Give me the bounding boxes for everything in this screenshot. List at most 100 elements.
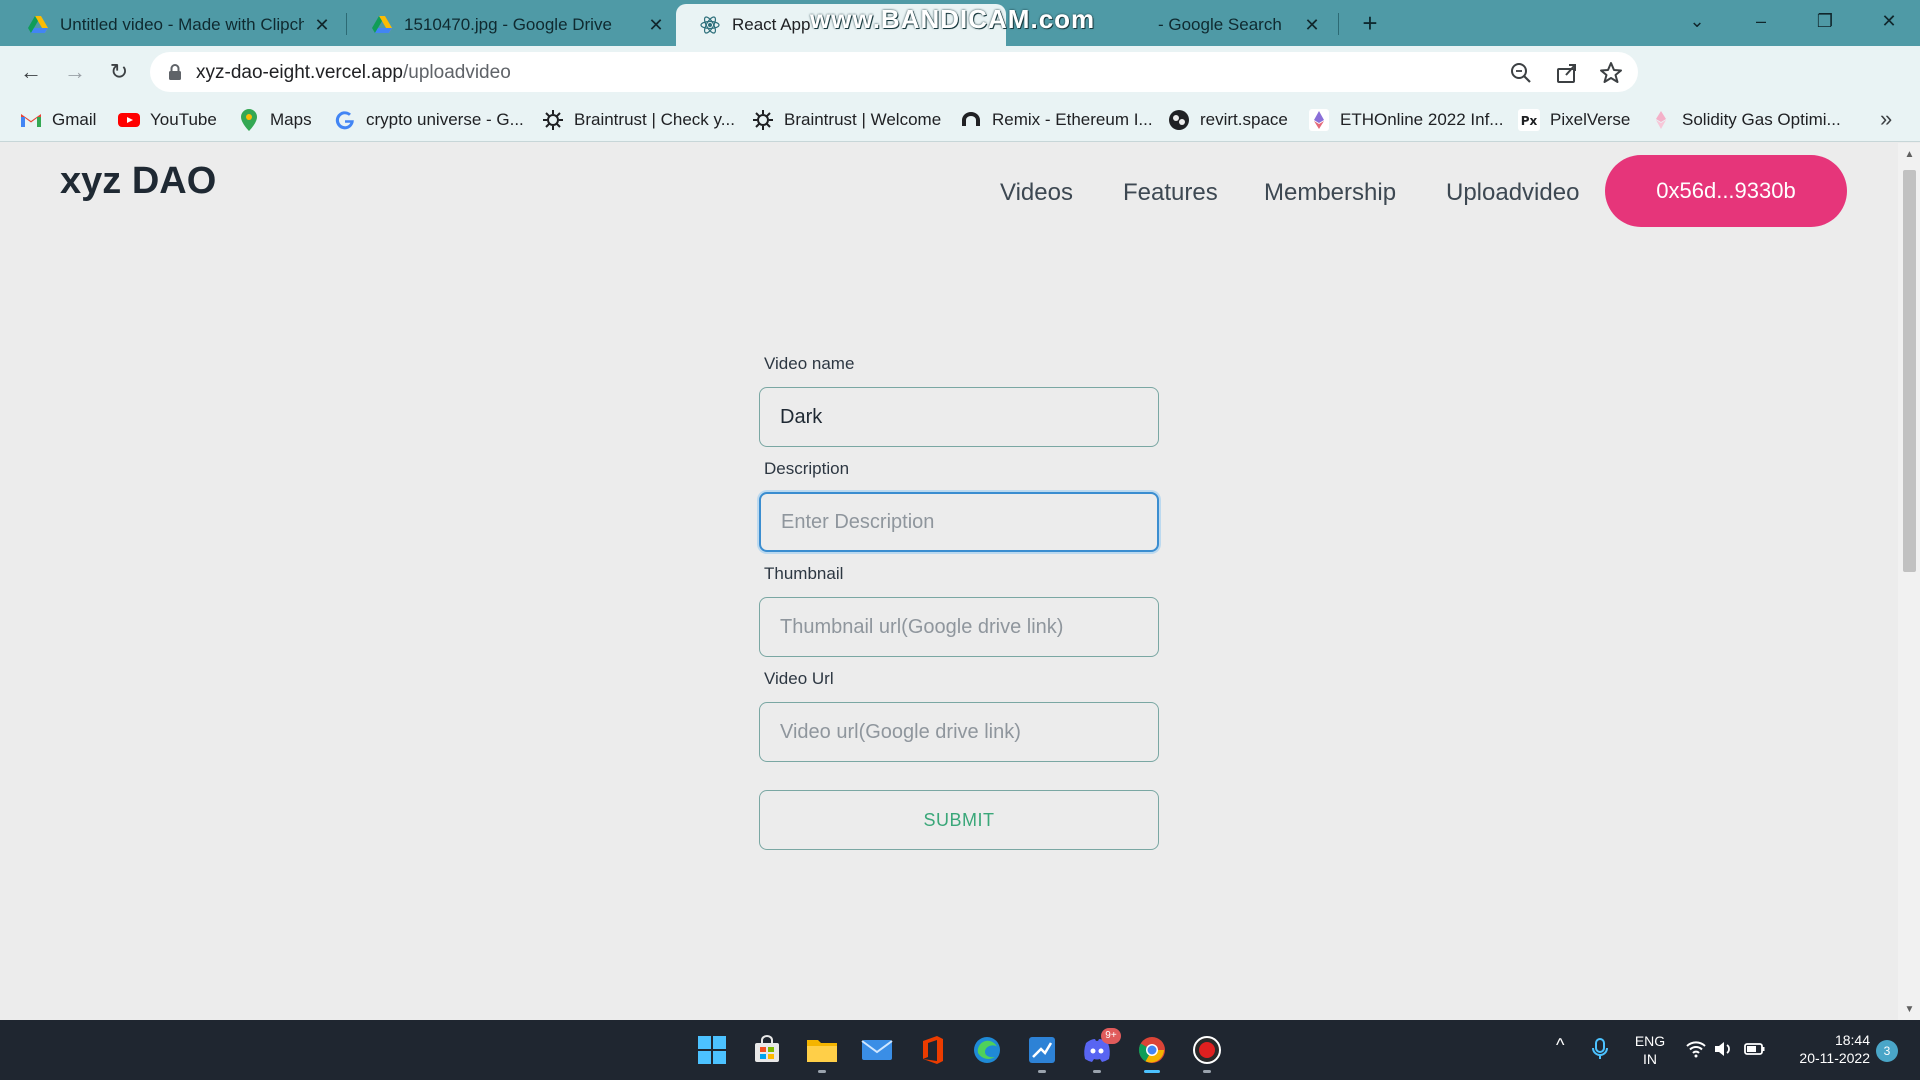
zoom-icon[interactable]	[1508, 60, 1534, 86]
tab-google-search[interactable]: - Google Search ✕	[1004, 4, 1334, 46]
bookmark-pixelverse[interactable]: Px PixelVerse	[1518, 108, 1630, 132]
video-url-label: Video Url	[764, 669, 834, 688]
thumbnail-label: Thumbnail	[764, 564, 844, 583]
bandicam-record-icon[interactable]	[1189, 1032, 1225, 1068]
video-name-input[interactable]	[759, 387, 1159, 447]
reload-icon[interactable]: ↻	[104, 57, 134, 87]
file-explorer-icon[interactable]	[804, 1032, 840, 1068]
microsoft-store-icon[interactable]	[749, 1032, 785, 1068]
notification-count-badge[interactable]: 3	[1876, 1040, 1898, 1062]
nav-membership[interactable]: Membership	[1264, 179, 1396, 207]
discord-badge: 9+	[1101, 1028, 1121, 1044]
bookmark-label: Braintrust | Welcome	[784, 110, 942, 129]
video-url-input[interactable]	[759, 702, 1159, 762]
microphone-icon[interactable]	[1592, 1038, 1608, 1065]
url-host: xyz-dao-eight.vercel.app	[196, 62, 403, 83]
address-bar[interactable]: xyz-dao-eight.vercel.app/uploadvideo	[150, 52, 1638, 92]
more-bookmarks-chevron-icon[interactable]: »	[1880, 106, 1892, 132]
bookmark-label: crypto universe - G...	[366, 110, 524, 129]
restore-icon[interactable]: ❐	[1810, 6, 1840, 36]
solidity-icon	[1650, 109, 1672, 131]
bookmark-solidity-gas[interactable]: Solidity Gas Optimi...	[1650, 108, 1841, 132]
tab-clipchamp[interactable]: Untitled video - Made with Clipchamp ✕	[4, 4, 344, 46]
close-icon[interactable]: ✕	[1302, 15, 1322, 35]
language-code: ENG	[1634, 1033, 1666, 1049]
youtube-icon	[118, 109, 140, 131]
office-icon[interactable]	[914, 1032, 950, 1068]
tab-react-app[interactable]: React App	[676, 4, 1006, 46]
close-window-icon[interactable]: ✕	[1874, 6, 1904, 36]
svg-text:Px: Px	[1521, 114, 1538, 128]
bookmark-remix[interactable]: Remix - Ethereum I...	[960, 108, 1153, 132]
lock-icon	[166, 63, 184, 81]
mail-icon[interactable]	[859, 1032, 895, 1068]
active-indicator	[1144, 1070, 1160, 1073]
braintrust-icon	[752, 109, 774, 131]
page-content: xyz DAO Videos Features Membership Uploa…	[0, 143, 1898, 1020]
windows-start-icon[interactable]	[694, 1032, 730, 1068]
bookmark-label: Gmail	[52, 110, 97, 129]
tab-title: 1510470.jpg - Google Drive	[404, 15, 612, 34]
back-arrow-icon[interactable]: ←	[16, 57, 46, 87]
clock[interactable]: 18:44 20-11-2022	[1780, 1031, 1870, 1067]
bookmark-revirt[interactable]: revirt.space	[1168, 108, 1288, 132]
edge-browser-icon[interactable]	[969, 1032, 1005, 1068]
scroll-down-arrow-icon[interactable]: ▼	[1903, 1003, 1916, 1017]
chrome-icon[interactable]	[1134, 1032, 1170, 1068]
running-indicator	[818, 1070, 826, 1073]
revirt-icon	[1168, 109, 1190, 131]
new-tab-plus-icon[interactable]: +	[1356, 9, 1384, 37]
nav-uploadvideo[interactable]: Uploadvideo	[1446, 179, 1579, 207]
nav-features[interactable]: Features	[1123, 179, 1218, 207]
bookmark-gmail[interactable]: Gmail	[20, 108, 96, 132]
thumbnail-url-input[interactable]	[759, 597, 1159, 657]
minimize-icon[interactable]: –	[1746, 6, 1776, 36]
url-path: /uploadvideo	[403, 62, 511, 83]
tab-google-drive[interactable]: 1510470.jpg - Google Drive ✕	[348, 4, 678, 46]
bookmark-braintrust-welcome[interactable]: Braintrust | Welcome	[752, 108, 941, 132]
nav-videos[interactable]: Videos	[1000, 179, 1073, 207]
brand-logo[interactable]: xyz DAO	[60, 160, 216, 203]
close-icon[interactable]: ✕	[312, 15, 332, 35]
wallet-address-button[interactable]: 0x56d...9330b	[1605, 155, 1847, 227]
gmail-icon	[20, 109, 42, 131]
tab-search-chevron-icon[interactable]: ⌄	[1682, 6, 1712, 36]
bookmark-star-icon[interactable]	[1598, 60, 1624, 86]
discord-icon[interactable]: 9+	[1079, 1028, 1121, 1068]
windows-taskbar: 9+ ^ ENG IN 18:44 20-11-2022	[0, 1020, 1920, 1080]
battery-icon[interactable]	[1744, 1040, 1766, 1063]
tray-overflow-chevron-icon[interactable]: ^	[1556, 1036, 1564, 1054]
share-icon[interactable]	[1554, 60, 1580, 86]
forward-arrow-icon[interactable]: →	[60, 57, 90, 87]
volume-icon[interactable]	[1714, 1040, 1734, 1063]
pixelverse-icon: Px	[1518, 109, 1540, 131]
bookmark-maps[interactable]: Maps	[238, 108, 312, 132]
browser-toolbar: ← → ↻ xyz-dao-eight.vercel.app/uploadvid…	[0, 46, 1920, 134]
google-icon	[334, 109, 356, 131]
photo-editor-icon[interactable]	[1024, 1032, 1060, 1068]
running-indicator	[1093, 1070, 1101, 1073]
close-icon[interactable]: ✕	[646, 15, 666, 35]
bookmark-label: Remix - Ethereum I...	[992, 110, 1153, 129]
bookmark-label: Braintrust | Check y...	[574, 110, 735, 129]
region-code: IN	[1643, 1051, 1657, 1067]
scrollbar-thumb[interactable]	[1903, 170, 1916, 572]
wifi-icon[interactable]	[1686, 1040, 1706, 1063]
bookmark-ethonline[interactable]: ETHOnline 2022 Inf...	[1308, 108, 1503, 132]
tab-title: React App	[732, 15, 811, 34]
google-icon	[1028, 15, 1048, 35]
bookmark-youtube[interactable]: YouTube	[118, 108, 217, 132]
url-text: xyz-dao-eight.vercel.app/uploadvideo	[196, 62, 511, 84]
bookmark-label: Maps	[270, 110, 312, 129]
bookmark-label: revirt.space	[1200, 110, 1288, 129]
submit-button[interactable]: SUBMIT	[759, 790, 1159, 850]
tab-title: Untitled video - Made with Clipchamp	[60, 15, 304, 34]
bookmark-braintrust-check[interactable]: Braintrust | Check y...	[542, 108, 735, 132]
google-drive-icon	[28, 15, 48, 35]
maps-icon	[238, 109, 260, 131]
bookmark-crypto-universe[interactable]: crypto universe - G...	[334, 108, 524, 132]
tab-separator	[346, 13, 347, 35]
input-language[interactable]: ENG IN	[1628, 1032, 1672, 1068]
description-input[interactable]	[759, 492, 1159, 552]
scroll-up-arrow-icon[interactable]: ▲	[1903, 148, 1916, 162]
